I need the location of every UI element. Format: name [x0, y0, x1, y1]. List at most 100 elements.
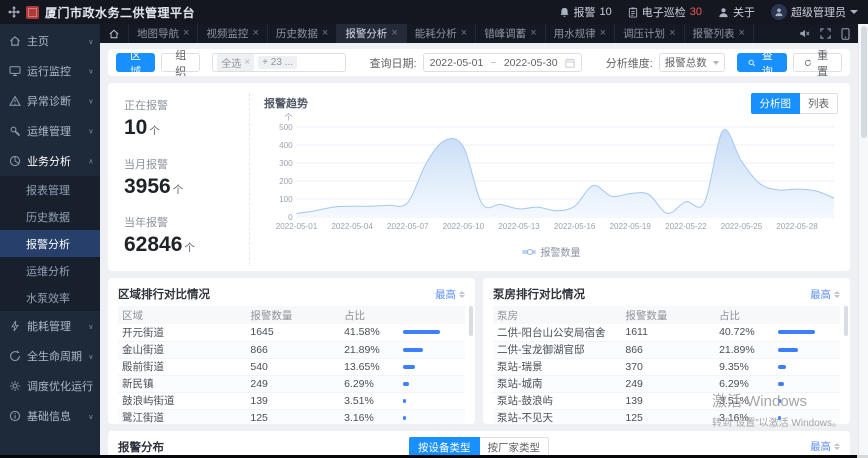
mute-icon[interactable] — [799, 28, 810, 39]
sidebar-item-anomaly-diagnosis[interactable]: 异常诊断 ∨ — [0, 86, 100, 116]
tab-peak-storage[interactable]: 错峰调蓄 × — [476, 24, 546, 43]
table-row[interactable]: 金山街道 866 21.89% — [118, 341, 465, 359]
tab-map-nav[interactable]: 地图导航 × — [129, 24, 199, 43]
user-menu[interactable]: 超级管理员 — [771, 4, 858, 20]
table-row[interactable]: 新民镇 249 6.29% — [118, 375, 465, 393]
pump-table-title: 泵房排行对比情况 — [493, 289, 585, 301]
percent-bar — [778, 415, 782, 420]
sidebar-item-ops-management[interactable]: 运维管理 ∨ — [0, 116, 100, 146]
table-row[interactable]: 泵站-城南 249 6.29% — [493, 375, 840, 393]
tab-alarm-list[interactable]: 报警列表 × — [685, 24, 754, 43]
row-bar-cell — [774, 324, 840, 342]
energy-management-icon — [9, 320, 21, 332]
close-icon[interactable]: × — [322, 28, 328, 39]
close-icon[interactable]: × — [461, 28, 467, 39]
table-row[interactable]: 开元街道 1645 41.58% — [118, 324, 465, 342]
table-row[interactable]: 泵站-不见天 125 3.16% — [493, 409, 840, 424]
view-list-button[interactable]: 列表 — [800, 92, 838, 114]
sidebar-item-business-analysis[interactable]: 业务分析 ∧ — [0, 146, 100, 176]
tab-water-usage[interactable]: 用水规律 × — [546, 24, 616, 43]
clipboard-icon — [628, 6, 637, 18]
mobile-icon[interactable] — [841, 27, 850, 40]
reset-button[interactable]: 重置 — [792, 50, 842, 78]
row-bar-cell — [774, 358, 840, 376]
sidebar-subitem-history-data[interactable]: 历史数据 — [0, 203, 100, 230]
row-name: 泵站-城南 — [493, 375, 622, 393]
by-vendor-type-button[interactable]: 按厂家类型 — [479, 437, 549, 455]
svg-text:2022-05-28: 2022-05-28 — [776, 221, 818, 231]
sidebar-item-home[interactable]: 主页 ∨ — [0, 26, 100, 56]
column-header: 泵房 — [493, 306, 622, 324]
region-sort-control[interactable]: 最高 — [435, 287, 465, 302]
full-lifecycle-icon — [9, 350, 21, 362]
tab-history-data[interactable]: 历史数据 × — [268, 24, 338, 43]
org-toggle-button[interactable]: 组织 — [161, 50, 201, 78]
table-row[interactable]: 泵站-瑞景 370 9.35% — [493, 358, 840, 376]
sidebar-item-basic-info[interactable]: 基础信息 ∨ — [0, 401, 100, 431]
sidebar-subitem-report-mgmt[interactable]: 报表管理 — [0, 176, 100, 203]
tab-home[interactable] — [100, 24, 129, 43]
table-row[interactable]: 二供-宝龙御湖官邸 866 21.89% — [493, 341, 840, 359]
row-count: 125 — [621, 409, 716, 424]
region-ranking-table: 区域 报警数量 占比 开元街道 1645 41.58% 金山街道 866 21.89% 殿前街道… — [118, 306, 465, 424]
pump-sort-control[interactable]: 最高 — [810, 287, 840, 302]
sidebar-item-label: 基础信息 — [27, 411, 71, 423]
by-device-type-button[interactable]: 按设备类型 — [409, 437, 480, 455]
table-row[interactable]: 二供-阳台山公安局宿舍 1611 40.72% — [493, 324, 840, 342]
page-scrollbar[interactable] — [858, 24, 868, 455]
alarm-trend-area-chart[interactable]: 个01002003004005002022-05-01 2022-05-04 202… — [264, 113, 838, 245]
stat-active-alarms: 正在报警 10 个 — [124, 97, 239, 138]
sidebar-subitem-alarm-analysis[interactable]: 报警分析 — [0, 230, 100, 257]
tab-label: 错峰调蓄 — [484, 28, 527, 40]
tab-bar: 地图导航 × 视频监控 × 历史数据 × 报警分析 × 能耗分析 × 错峰调蓄 × 用水规律 × 调压计划 ×… — [100, 24, 858, 43]
table-row[interactable]: 泵站-鼓浪屿 139 3.51% — [493, 392, 840, 410]
tab-label: 报警列表 — [692, 28, 735, 40]
close-icon[interactable]: × — [530, 28, 536, 39]
chart-x-axis: 2022-05-01 2022-05-04 2022-05-07 2022-05-10… — [276, 221, 818, 231]
sidebar-item-dispatch-optimization[interactable]: 调度优化运行∨ — [0, 371, 100, 401]
search-button[interactable]: 查询 — [737, 50, 787, 78]
scrollbar-thumb[interactable] — [860, 26, 867, 138]
user-name: 超级管理员 — [791, 7, 846, 19]
tag-close-icon[interactable]: × — [244, 57, 250, 68]
tab-video-monitor[interactable]: 视频监控 × — [198, 24, 268, 43]
app-window: 厦门市政水务二供管理平台 报警 10 电子巡检 30 关于 超级管理员 主页 ∨… — [0, 0, 868, 458]
sidebar-item-full-lifecycle[interactable]: 全生命周期 ∨ — [0, 341, 100, 371]
table-scrollbar[interactable] — [469, 306, 473, 336]
close-icon[interactable]: × — [183, 28, 189, 39]
tab-energy-analysis[interactable]: 能耗分析 × — [407, 24, 477, 43]
legend-label: 报警数量 — [540, 248, 581, 259]
region-toggle-button[interactable]: 区域 — [116, 50, 156, 78]
sidebar-item-energy-management[interactable]: 能耗管理 ∨ — [0, 311, 100, 341]
chevron-down-icon: ∨ — [88, 126, 94, 136]
fullscreen-icon[interactable] — [820, 28, 831, 39]
stat-value: 3956 个 — [124, 174, 184, 198]
distribution-sort-control[interactable]: 最高 — [810, 439, 840, 454]
table-scrollbar[interactable] — [844, 306, 848, 336]
inspection-indicator[interactable]: 电子巡检 30 — [628, 4, 702, 20]
date-range-picker[interactable]: 2022-05-01 ~ 2022-05-30 — [422, 53, 582, 72]
tab-alarm-analysis[interactable]: 报警分析 × — [337, 24, 407, 43]
tab-pressure-plan[interactable]: 调压计划 × — [615, 24, 685, 43]
close-icon[interactable]: × — [252, 28, 258, 39]
chart-legend[interactable]: 报警数量 — [264, 245, 838, 259]
sidebar-subitem-pump-efficiency[interactable]: 水泵效率 — [0, 284, 100, 311]
about-button[interactable]: 关于 — [718, 4, 755, 20]
view-chart-button[interactable]: 分析图 — [750, 92, 800, 114]
sidebar-subitem-ops-analysis[interactable]: 运维分析 — [0, 257, 100, 284]
alarm-indicator[interactable]: 报警 10 — [559, 4, 612, 20]
close-icon[interactable]: × — [391, 28, 397, 39]
row-count: 540 — [246, 358, 341, 376]
table-row[interactable]: 殿前街道 540 13.65% — [118, 358, 465, 376]
close-icon[interactable]: × — [669, 28, 675, 39]
percent-bar — [778, 381, 784, 386]
close-icon[interactable]: × — [739, 28, 745, 39]
move-handle-icon[interactable] — [8, 6, 20, 18]
percent-bar — [403, 415, 407, 420]
table-row[interactable]: 鹭江街道 125 3.16% — [118, 409, 465, 424]
region-multiselect[interactable]: 全选 × + 23 ... — [212, 53, 346, 72]
sidebar-item-run-monitoring[interactable]: 运行监控 ∨ — [0, 56, 100, 86]
table-row[interactable]: 鼓浪屿街道 139 3.51% — [118, 392, 465, 410]
close-icon[interactable]: × — [600, 28, 606, 39]
dimension-select[interactable]: 报警总数 — [658, 53, 726, 72]
